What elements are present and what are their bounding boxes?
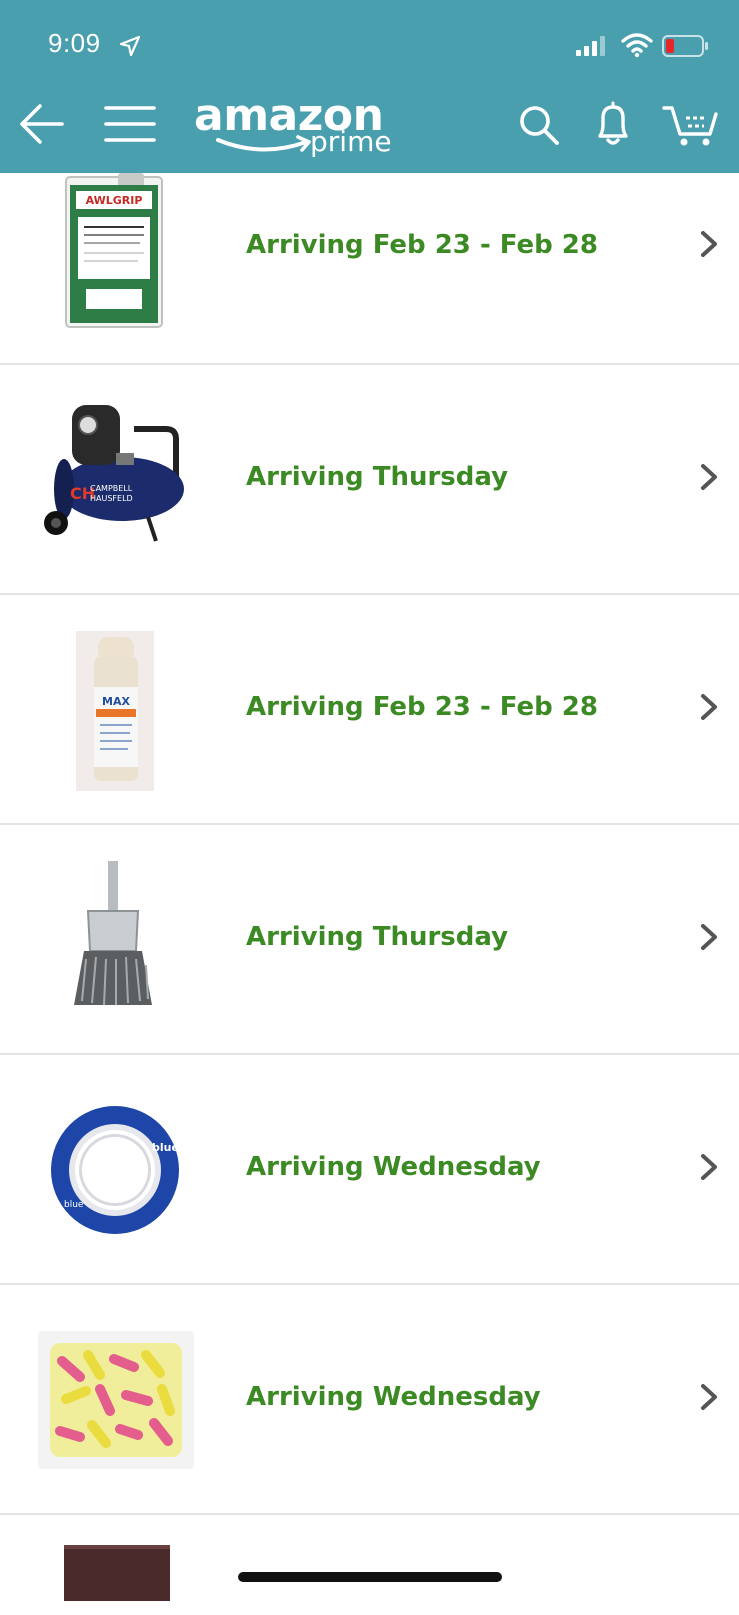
home-indicator <box>238 1572 502 1582</box>
arrival-text: Arriving Thursday <box>246 922 509 952</box>
abrasive-pad-image <box>64 1545 170 1601</box>
chevron-right-icon[interactable] <box>698 230 720 258</box>
status-time: 9:09 <box>48 28 101 58</box>
battery-low-icon <box>662 35 708 57</box>
chevron-right-icon[interactable] <box>698 1153 720 1181</box>
svg-text:blue: blue <box>64 1200 84 1210</box>
arrival-text: Arriving Wednesday <box>246 1382 541 1412</box>
svg-text:MAX: MAX <box>102 695 130 708</box>
arrival-text: Arriving Thursday <box>246 462 509 492</box>
arrival-text: Arriving Wednesday <box>246 1152 541 1182</box>
svg-text:blue: blue <box>152 1141 179 1154</box>
chevron-right-icon[interactable] <box>698 693 720 721</box>
air-compressor-image: CH CAMPBELL HAUSFELD <box>44 405 184 542</box>
chevron-right-icon[interactable] <box>698 923 720 951</box>
order-row[interactable]: CH CAMPBELL HAUSFELD Arriving Thursday <box>0 365 739 595</box>
spray-can-image: MAX <box>76 631 154 791</box>
wire-brush-image <box>74 861 152 1006</box>
order-row[interactable]: blue blue Arriving Wednesday <box>0 1055 739 1285</box>
arrival-text: Arriving Feb 23 - Feb 28 <box>246 692 598 722</box>
cellular-signal-icon <box>576 36 605 56</box>
order-row[interactable]: Arriving Thursday <box>0 825 739 1055</box>
location-arrow-icon <box>119 35 141 57</box>
chevron-right-icon[interactable] <box>698 463 720 491</box>
blue-tape-image: blue blue <box>51 1106 179 1234</box>
svg-text:CAMPBELL: CAMPBELL <box>90 484 133 493</box>
svg-text:AWLGRIP: AWLGRIP <box>86 194 143 207</box>
svg-text:HAUSFELD: HAUSFELD <box>90 494 133 503</box>
arrival-text: Arriving Feb 23 - Feb 28 <box>246 230 598 260</box>
order-row[interactable]: MAX Arriving Feb 23 - Feb 28 <box>0 595 739 825</box>
chevron-right-icon[interactable] <box>698 1383 720 1411</box>
awlgrip-can-image: AWLGRIP <box>65 173 163 328</box>
order-row[interactable]: AWLGRIP Arriving Feb 23 - Feb 28 <box>0 120 739 365</box>
order-row[interactable] <box>0 1515 739 1615</box>
order-row[interactable]: Arriving Wednesday <box>0 1285 739 1515</box>
wifi-icon <box>621 33 653 58</box>
earplugs-bag-image <box>38 1331 194 1469</box>
